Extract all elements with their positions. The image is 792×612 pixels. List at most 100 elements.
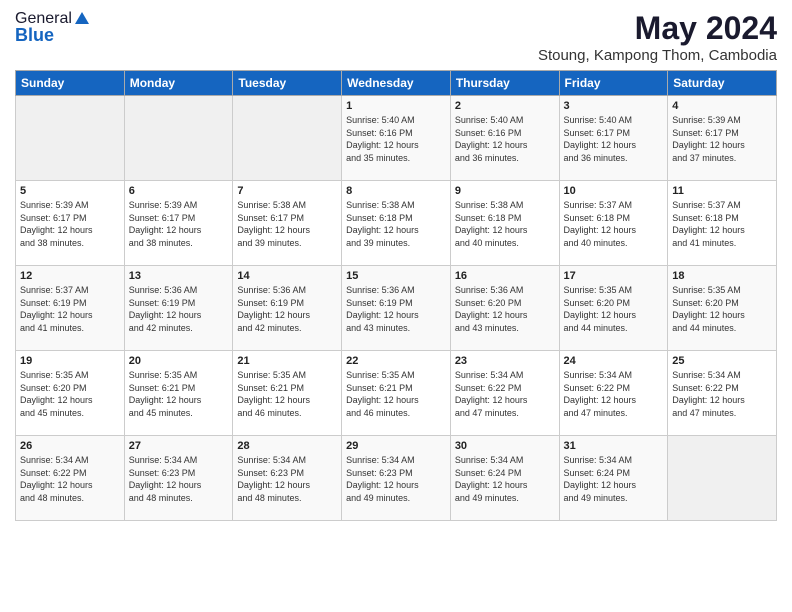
calendar-cell: 20Sunrise: 5:35 AM Sunset: 6:21 PM Dayli… bbox=[124, 351, 233, 436]
day-number: 28 bbox=[237, 440, 337, 452]
calendar-cell bbox=[668, 436, 777, 521]
calendar-cell bbox=[16, 96, 125, 181]
calendar-cell: 6 Sunrise: 5:39 AM Sunset: 6:17 PM Daylig… bbox=[124, 181, 233, 266]
weekday-header-monday: Monday bbox=[124, 71, 233, 96]
calendar-cell: 26 Sunrise: 5:34 AM Sunset: 6:22 PM Dayli… bbox=[16, 436, 125, 521]
day-number: 4 bbox=[672, 100, 772, 112]
weekday-header-sunday: Sunday bbox=[16, 71, 125, 96]
calendar-cell: 29 Sunrise: 5:34 AM Sunset: 6:23 PM Dayli… bbox=[342, 436, 451, 521]
day-number: 20 bbox=[129, 355, 229, 367]
calendar-cell: 10 Sunrise: 5:37 AM Sunset: 6:18 PM Dayli… bbox=[559, 181, 668, 266]
day-number: 9 bbox=[455, 185, 555, 197]
week-row-1: 1 Sunrise: 5:40 AM Sunset: 6:16 PM Daylig… bbox=[16, 96, 777, 181]
day-info: Sunrise: 5:36 AM Sunset: 6:19 PM Dayligh… bbox=[346, 284, 446, 334]
calendar-cell: 22 Sunrise: 5:35 AM Sunset: 6:21 PM Dayli… bbox=[342, 351, 451, 436]
calendar-cell: 3 Sunrise: 5:40 AM Sunset: 6:17 PM Daylig… bbox=[559, 96, 668, 181]
calendar-cell bbox=[233, 96, 342, 181]
day-info: Sunrise: 5:34 AM Sunset: 6:22 PM Dayligh… bbox=[564, 369, 664, 419]
day-info: Sunrise: 5:34 AM Sunset: 6:22 PM Dayligh… bbox=[455, 369, 555, 419]
day-info: Sunrise: 5:40 AM Sunset: 6:16 PM Dayligh… bbox=[346, 114, 446, 164]
weekday-header-friday: Friday bbox=[559, 71, 668, 96]
day-info: Sunrise: 5:36 AM Sunset: 6:19 PM Dayligh… bbox=[129, 284, 229, 334]
day-info: Sunrise: 5:34 AM Sunset: 6:23 PM Dayligh… bbox=[346, 454, 446, 504]
day-number: 11 bbox=[672, 185, 772, 197]
calendar-cell: 9 Sunrise: 5:38 AM Sunset: 6:18 PM Daylig… bbox=[450, 181, 559, 266]
day-number: 22 bbox=[346, 355, 446, 367]
day-info: Sunrise: 5:34 AM Sunset: 6:22 PM Dayligh… bbox=[20, 454, 120, 504]
day-number: 25 bbox=[672, 355, 772, 367]
day-number: 12 bbox=[20, 270, 120, 282]
calendar-cell: 17Sunrise: 5:35 AM Sunset: 6:20 PM Dayli… bbox=[559, 266, 668, 351]
main-title: May 2024 bbox=[538, 10, 777, 47]
day-info: Sunrise: 5:34 AM Sunset: 6:24 PM Dayligh… bbox=[564, 454, 664, 504]
day-number: 27 bbox=[129, 440, 229, 452]
day-info: Sunrise: 5:40 AM Sunset: 6:16 PM Dayligh… bbox=[455, 114, 555, 164]
day-info: Sunrise: 5:35 AM Sunset: 6:20 PM Dayligh… bbox=[564, 284, 664, 334]
subtitle: Stoung, Kampong Thom, Cambodia bbox=[538, 47, 777, 64]
day-number: 30 bbox=[455, 440, 555, 452]
day-number: 10 bbox=[564, 185, 664, 197]
day-number: 21 bbox=[237, 355, 337, 367]
day-info: Sunrise: 5:39 AM Sunset: 6:17 PM Dayligh… bbox=[20, 199, 120, 249]
day-number: 24 bbox=[564, 355, 664, 367]
day-info: Sunrise: 5:36 AM Sunset: 6:19 PM Dayligh… bbox=[237, 284, 337, 334]
calendar-cell: 23 Sunrise: 5:34 AM Sunset: 6:22 PM Dayli… bbox=[450, 351, 559, 436]
page: General Blue May 2024 Stoung, Kampong Th… bbox=[0, 0, 792, 612]
calendar-cell: 18Sunrise: 5:35 AM Sunset: 6:20 PM Dayli… bbox=[668, 266, 777, 351]
day-info: Sunrise: 5:39 AM Sunset: 6:17 PM Dayligh… bbox=[672, 114, 772, 164]
logo: General Blue bbox=[15, 10, 90, 45]
day-number: 5 bbox=[20, 185, 120, 197]
calendar-cell: 16Sunrise: 5:36 AM Sunset: 6:20 PM Dayli… bbox=[450, 266, 559, 351]
day-number: 29 bbox=[346, 440, 446, 452]
day-number: 14 bbox=[237, 270, 337, 282]
calendar-cell: 25 Sunrise: 5:34 AM Sunset: 6:22 PM Dayli… bbox=[668, 351, 777, 436]
weekday-header-tuesday: Tuesday bbox=[233, 71, 342, 96]
day-info: Sunrise: 5:34 AM Sunset: 6:24 PM Dayligh… bbox=[455, 454, 555, 504]
day-number: 26 bbox=[20, 440, 120, 452]
day-number: 8 bbox=[346, 185, 446, 197]
calendar-cell: 5 Sunrise: 5:39 AM Sunset: 6:17 PM Daylig… bbox=[16, 181, 125, 266]
calendar-cell: 14 Sunrise: 5:36 AM Sunset: 6:19 PM Dayli… bbox=[233, 266, 342, 351]
day-number: 23 bbox=[455, 355, 555, 367]
title-block: May 2024 Stoung, Kampong Thom, Cambodia bbox=[538, 10, 777, 64]
day-info: Sunrise: 5:38 AM Sunset: 6:18 PM Dayligh… bbox=[346, 199, 446, 249]
day-number: 13 bbox=[129, 270, 229, 282]
calendar-cell: 12 Sunrise: 5:37 AM Sunset: 6:19 PM Dayli… bbox=[16, 266, 125, 351]
day-info: Sunrise: 5:34 AM Sunset: 6:22 PM Dayligh… bbox=[672, 369, 772, 419]
calendar-cell: 19 Sunrise: 5:35 AM Sunset: 6:20 PM Dayli… bbox=[16, 351, 125, 436]
day-number: 6 bbox=[129, 185, 229, 197]
calendar-cell: 21Sunrise: 5:35 AM Sunset: 6:21 PM Dayli… bbox=[233, 351, 342, 436]
day-info: Sunrise: 5:35 AM Sunset: 6:20 PM Dayligh… bbox=[672, 284, 772, 334]
day-info: Sunrise: 5:35 AM Sunset: 6:20 PM Dayligh… bbox=[20, 369, 120, 419]
day-number: 7 bbox=[237, 185, 337, 197]
day-info: Sunrise: 5:34 AM Sunset: 6:23 PM Dayligh… bbox=[129, 454, 229, 504]
week-row-3: 12 Sunrise: 5:37 AM Sunset: 6:19 PM Dayli… bbox=[16, 266, 777, 351]
calendar-cell bbox=[124, 96, 233, 181]
calendar-cell: 2Sunrise: 5:40 AM Sunset: 6:16 PM Daylig… bbox=[450, 96, 559, 181]
calendar-cell: 24 Sunrise: 5:34 AM Sunset: 6:22 PM Dayli… bbox=[559, 351, 668, 436]
day-info: Sunrise: 5:35 AM Sunset: 6:21 PM Dayligh… bbox=[346, 369, 446, 419]
day-info: Sunrise: 5:39 AM Sunset: 6:17 PM Dayligh… bbox=[129, 199, 229, 249]
day-info: Sunrise: 5:37 AM Sunset: 6:19 PM Dayligh… bbox=[20, 284, 120, 334]
header: General Blue May 2024 Stoung, Kampong Th… bbox=[15, 10, 777, 64]
week-row-4: 19 Sunrise: 5:35 AM Sunset: 6:20 PM Dayli… bbox=[16, 351, 777, 436]
weekday-header-wednesday: Wednesday bbox=[342, 71, 451, 96]
day-number: 1 bbox=[346, 100, 446, 112]
day-info: Sunrise: 5:34 AM Sunset: 6:23 PM Dayligh… bbox=[237, 454, 337, 504]
calendar-cell: 31 Sunrise: 5:34 AM Sunset: 6:24 PM Dayli… bbox=[559, 436, 668, 521]
calendar-cell: 27 Sunrise: 5:34 AM Sunset: 6:23 PM Dayli… bbox=[124, 436, 233, 521]
logo-triangle-icon bbox=[74, 10, 90, 26]
day-number: 15 bbox=[346, 270, 446, 282]
calendar-cell: 4 Sunrise: 5:39 AM Sunset: 6:17 PM Daylig… bbox=[668, 96, 777, 181]
week-row-5: 26 Sunrise: 5:34 AM Sunset: 6:22 PM Dayli… bbox=[16, 436, 777, 521]
weekday-header-row: SundayMondayTuesdayWednesdayThursdayFrid… bbox=[16, 71, 777, 96]
day-number: 31 bbox=[564, 440, 664, 452]
day-number: 19 bbox=[20, 355, 120, 367]
day-info: Sunrise: 5:37 AM Sunset: 6:18 PM Dayligh… bbox=[564, 199, 664, 249]
day-info: Sunrise: 5:40 AM Sunset: 6:17 PM Dayligh… bbox=[564, 114, 664, 164]
day-number: 3 bbox=[564, 100, 664, 112]
weekday-header-saturday: Saturday bbox=[668, 71, 777, 96]
calendar-cell: 30 Sunrise: 5:34 AM Sunset: 6:24 PM Dayli… bbox=[450, 436, 559, 521]
day-info: Sunrise: 5:38 AM Sunset: 6:17 PM Dayligh… bbox=[237, 199, 337, 249]
day-info: Sunrise: 5:38 AM Sunset: 6:18 PM Dayligh… bbox=[455, 199, 555, 249]
